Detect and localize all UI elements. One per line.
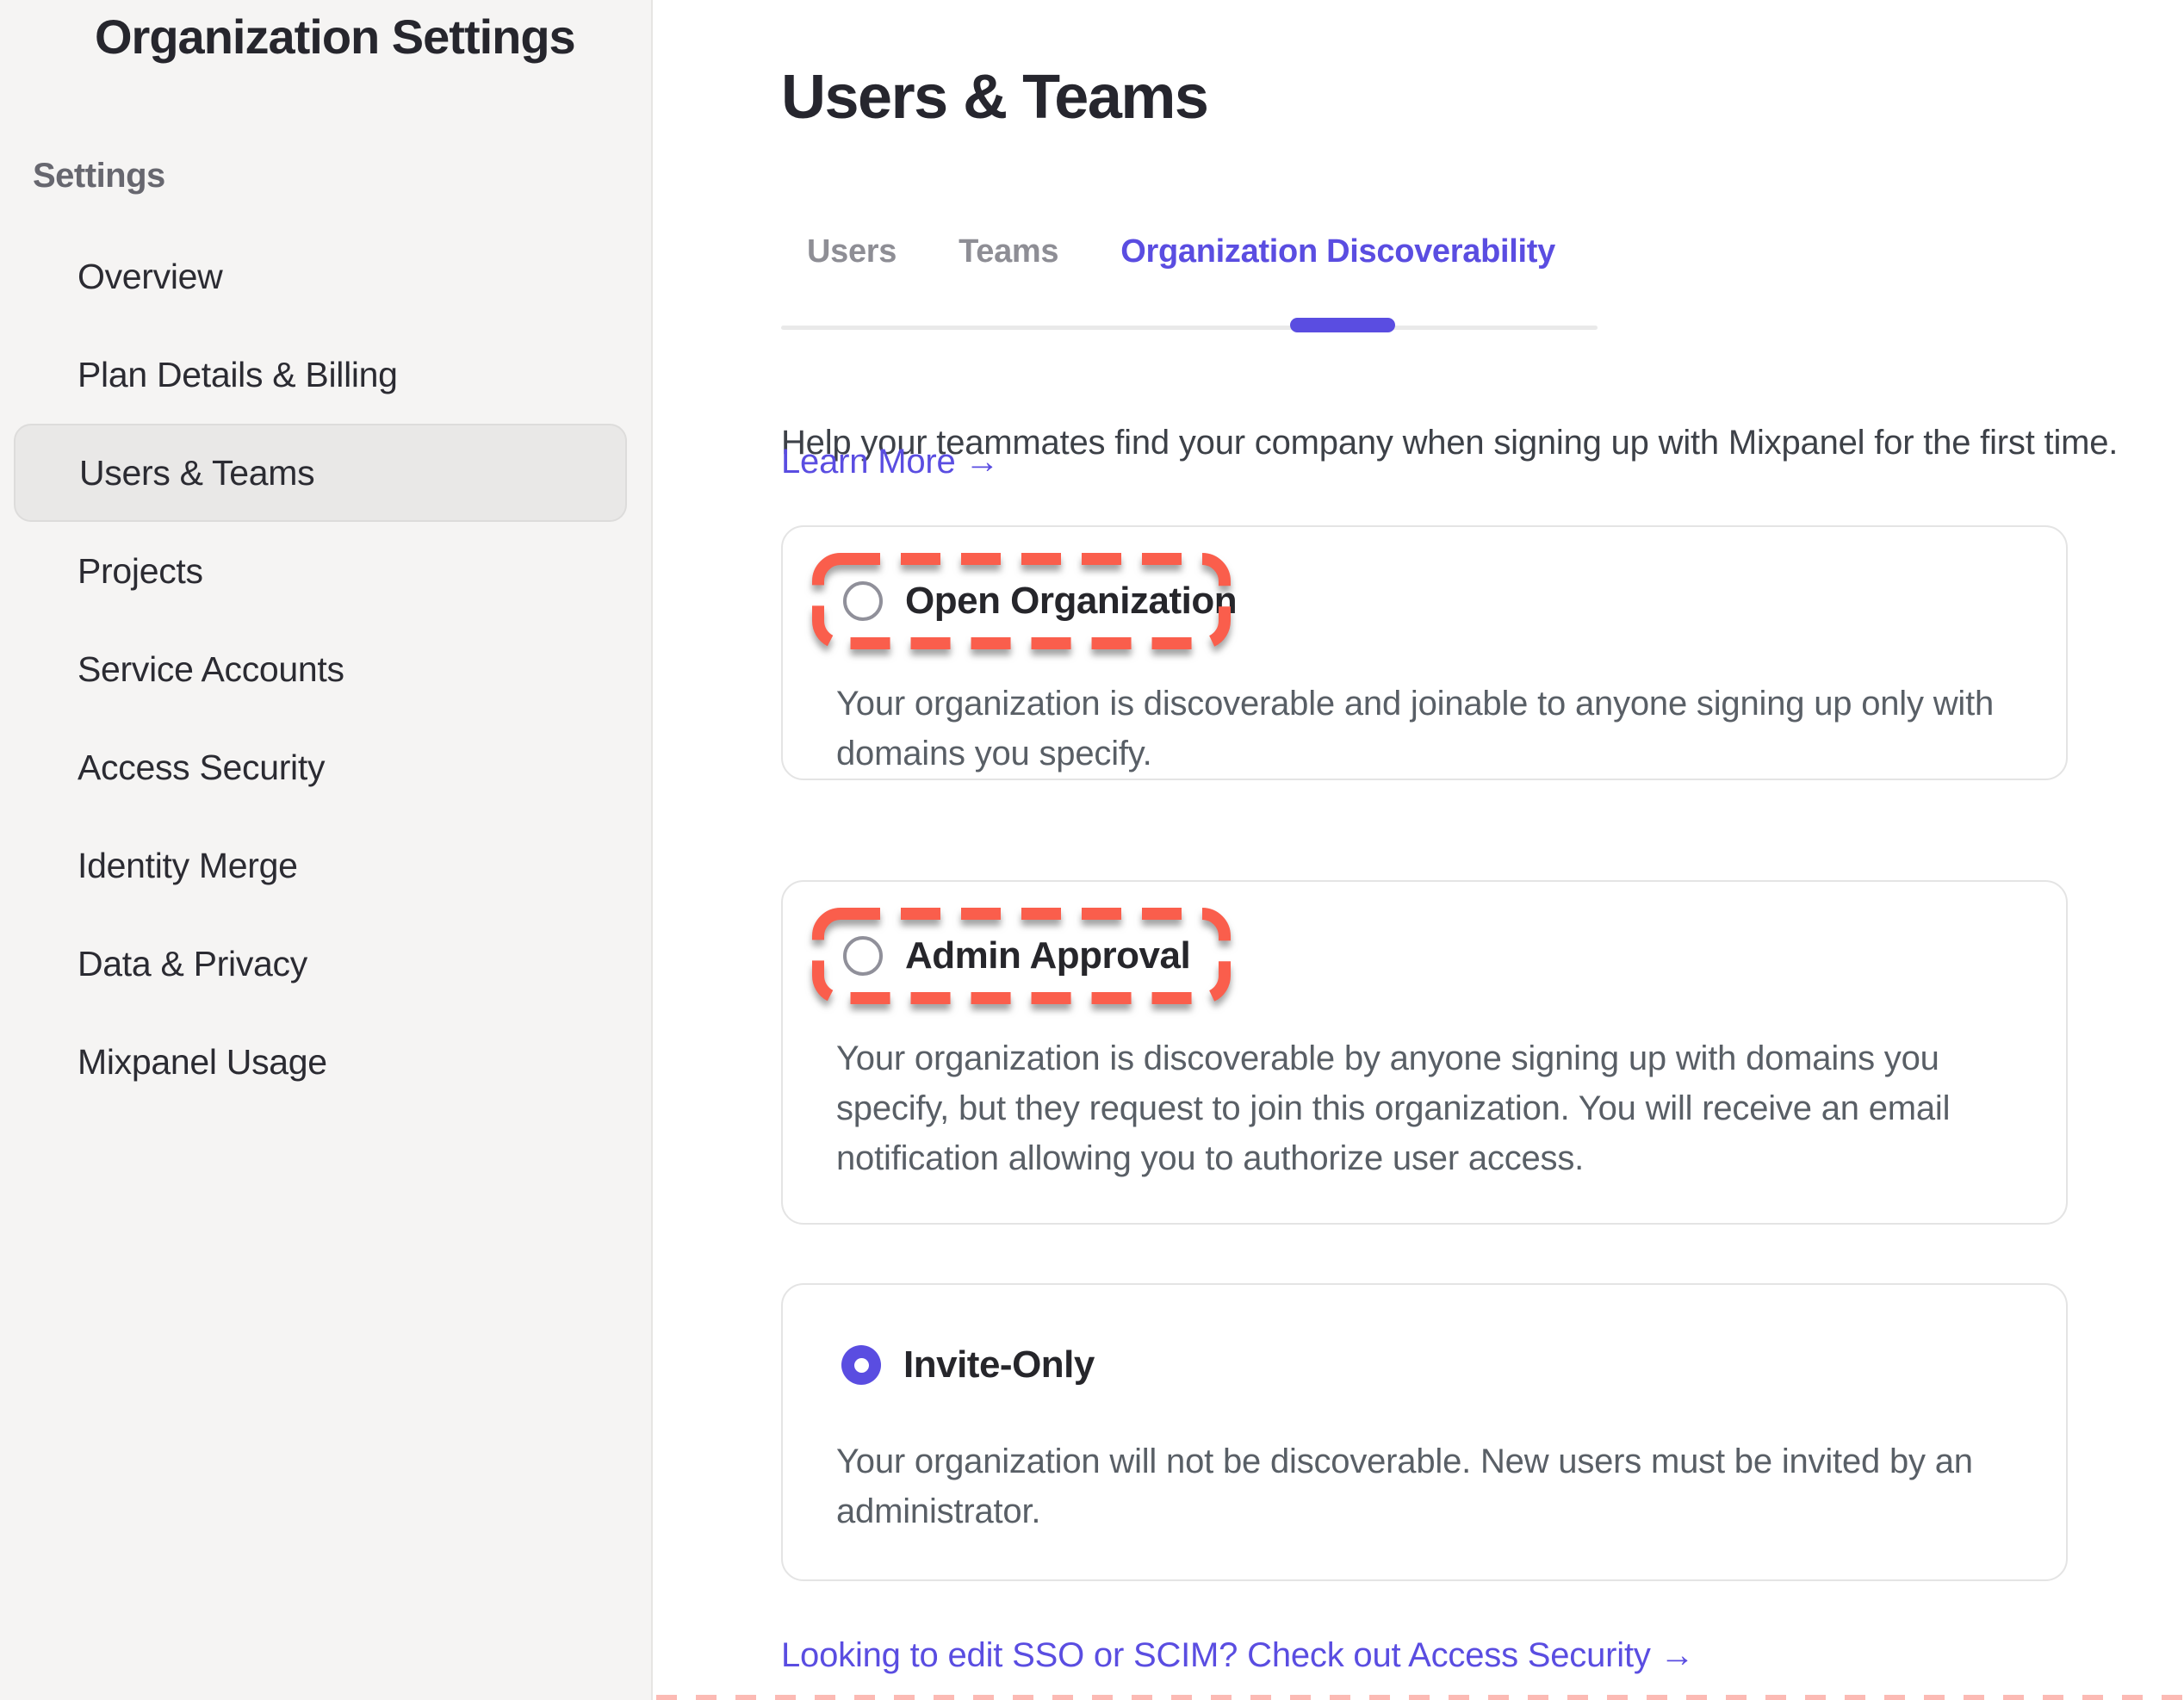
organization-settings-page: Organization Settings Settings Overview … [0,0,2184,1700]
sidebar-item-identity-merge[interactable]: Identity Merge [14,816,627,915]
tab-teams[interactable]: Teams [959,232,1058,271]
learn-more-link[interactable]: Learn More → [781,443,999,481]
description-line: specify, but they request to join this o… [836,1083,1950,1133]
sidebar-item-access-security[interactable]: Access Security [14,718,627,816]
cropped-annotation-dashes [656,1695,2184,1700]
description-line: Your organization will not be discoverab… [836,1436,1973,1486]
description-line: notification allowing you to authorize u… [836,1133,1950,1183]
radio-selected-icon[interactable] [841,1345,881,1385]
main-content: Users & Teams Users Teams Organization D… [655,0,2184,1700]
tab-bar: Users Teams Organization Discoverability [807,232,1555,271]
radio-option-invite-only[interactable]: Invite-Only [841,1338,1095,1392]
description-line: Your organization is discoverable by any… [836,1033,1950,1083]
sidebar-section-label: Settings [33,157,165,195]
radio-unselected-icon[interactable] [843,581,883,621]
active-tab-indicator [1290,318,1395,332]
sidebar-item-plan-details-billing[interactable]: Plan Details & Billing [14,326,627,424]
sidebar-item-overview[interactable]: Overview [14,227,627,326]
option-card-invite-only: Invite-Only Your organization will not b… [781,1283,2068,1581]
sidebar-item-service-accounts[interactable]: Service Accounts [14,620,627,718]
option-label: Open Organization [905,580,1237,623]
option-description: Your organization will not be discoverab… [836,1436,1973,1536]
arrow-right-icon: → [965,443,999,481]
option-card-admin-approval: Admin Approval Your organization is disc… [781,880,2068,1225]
sidebar: Organization Settings Settings Overview … [0,0,653,1700]
option-card-open-organization: Open Organization Your organization is d… [781,525,2068,780]
description-line: Your organization is discoverable and jo… [836,679,1994,729]
description-line: administrator. [836,1486,1973,1536]
option-label: Invite-Only [903,1343,1095,1387]
page-title: Users & Teams [781,62,1207,133]
sidebar-item-data-privacy[interactable]: Data & Privacy [14,915,627,1013]
learn-more-label: Learn More [781,443,956,481]
sidebar-nav: Overview Plan Details & Billing Users & … [14,227,627,1111]
option-description: Your organization is discoverable and jo… [836,679,1994,779]
radio-option-admin-approval[interactable]: Admin Approval [812,908,1231,1004]
tab-users[interactable]: Users [807,232,897,271]
sidebar-title: Organization Settings [95,9,575,65]
sidebar-item-users-teams[interactable]: Users & Teams [14,424,627,522]
tab-organization-discoverability[interactable]: Organization Discoverability [1120,232,1555,271]
radio-option-open-organization[interactable]: Open Organization [812,553,1231,649]
option-description: Your organization is discoverable by any… [836,1033,1950,1183]
access-security-link-label: Looking to edit SSO or SCIM? Check out A… [781,1636,1651,1674]
access-security-link[interactable]: Looking to edit SSO or SCIM? Check out A… [781,1636,1694,1675]
sidebar-item-mixpanel-usage[interactable]: Mixpanel Usage [14,1013,627,1111]
tab-divider [781,326,1598,330]
arrow-right-icon: → [1660,1636,1695,1674]
radio-dot [854,1358,869,1373]
sidebar-item-projects[interactable]: Projects [14,522,627,620]
radio-unselected-icon[interactable] [843,936,883,976]
option-label: Admin Approval [905,934,1190,977]
description-line: domains you specify. [836,729,1994,779]
